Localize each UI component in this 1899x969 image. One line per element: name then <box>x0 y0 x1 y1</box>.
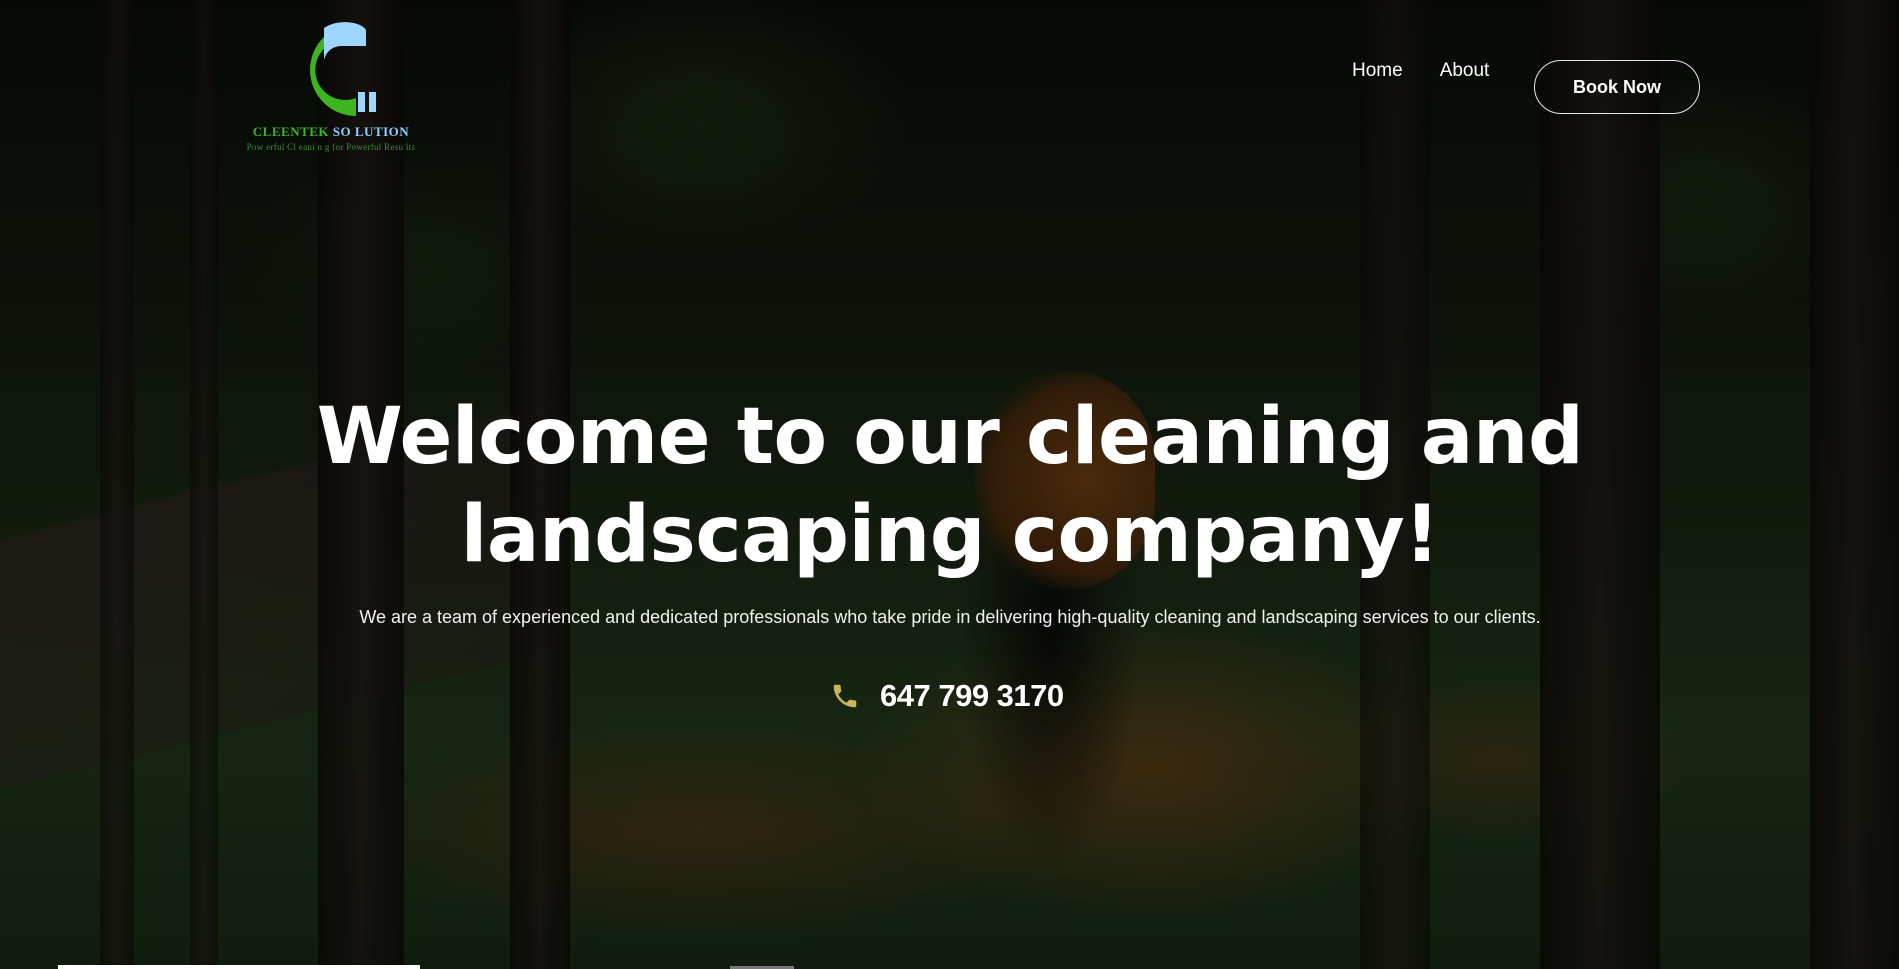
brand-name-part1: CLEENTEK <box>252 124 330 139</box>
nav-home-link[interactable]: Home <box>1352 60 1403 82</box>
logo-mark-icon <box>310 22 376 116</box>
hero-subtitle: We are a team of experienced and dedicat… <box>359 607 1541 627</box>
phone-number[interactable]: 647 799 3170 <box>880 678 1064 714</box>
phone-icon <box>833 684 857 708</box>
phone-contact[interactable]: 647 799 3170 <box>830 678 1064 714</box>
slider-indicator-active[interactable] <box>58 965 420 969</box>
hero-title-line1: Welcome to our cleaning and <box>316 392 1584 482</box>
brand-logo[interactable]: CLEENTEK SO LUTION Pow erful Cl eani n g… <box>236 20 426 160</box>
hero-title: Welcome to our cleaning and landscaping … <box>250 388 1650 584</box>
brand-tagline: Pow erful Cl eani n g for Powerful Resu … <box>246 142 416 152</box>
brand-name: CLEENTEK SO LUTION <box>236 124 426 140</box>
hero-title-line2: landscaping company! <box>460 490 1440 580</box>
main-nav: Home About Book Now <box>1352 60 1700 114</box>
brand-name-part2: SO LUTION <box>332 124 410 139</box>
book-now-button[interactable]: Book Now <box>1534 60 1700 114</box>
nav-about-link[interactable]: About <box>1440 60 1490 82</box>
